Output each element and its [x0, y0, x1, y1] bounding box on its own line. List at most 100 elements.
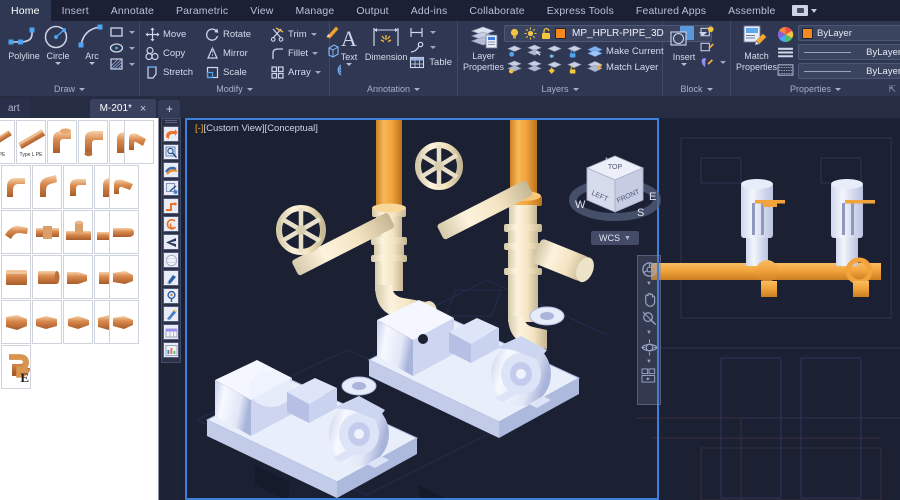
- insert-tool-button[interactable]: [163, 180, 179, 196]
- ribbon-tab-manage[interactable]: Manage: [284, 0, 345, 21]
- layer-freeze-icon[interactable]: [547, 44, 562, 58]
- edit-attribute-button[interactable]: [700, 56, 726, 69]
- chevron-down-icon[interactable]: ▼: [646, 330, 652, 336]
- match-layer-button[interactable]: Match Layer: [587, 60, 658, 74]
- panel-modify-title[interactable]: Modify: [140, 82, 329, 96]
- viewcube[interactable]: W E S N TOP LEFT FRONT: [565, 142, 665, 242]
- palette-item[interactable]: [1, 165, 31, 209]
- palette-item[interactable]: [1, 255, 31, 299]
- orbit-icon[interactable]: [640, 339, 658, 356]
- chevron-down-icon[interactable]: [129, 46, 135, 50]
- chevron-down-icon[interactable]: [681, 63, 687, 66]
- palette-item[interactable]: [78, 120, 108, 164]
- palette-item[interactable]: [63, 255, 93, 299]
- floating-toolbar[interactable]: [161, 118, 181, 363]
- tool-palette[interactable]: L PE Type L PE: [0, 118, 159, 500]
- chevron-down-icon[interactable]: [811, 8, 818, 13]
- linetype-icon[interactable]: [777, 46, 794, 60]
- sphere-tool-button[interactable]: [163, 252, 179, 268]
- layer-thaw-icon[interactable]: [547, 60, 562, 74]
- chevron-down-icon[interactable]: [346, 63, 353, 66]
- palette-item[interactable]: Type L PE: [16, 120, 46, 164]
- chevron-down-icon[interactable]: [129, 30, 135, 34]
- panel-annotation-title[interactable]: Annotation: [330, 82, 457, 96]
- palette-item[interactable]: [109, 210, 139, 254]
- document-tab-m201[interactable]: M-201* ×: [89, 99, 157, 118]
- ribbon-tab-annotate[interactable]: Annotate: [100, 0, 165, 21]
- close-icon[interactable]: ×: [140, 103, 146, 115]
- chevron-down-icon[interactable]: [430, 46, 437, 49]
- chevron-down-icon[interactable]: [55, 62, 61, 65]
- palette-item[interactable]: [63, 165, 93, 209]
- panel-properties-title[interactable]: Properties ⇱: [731, 82, 900, 96]
- palette-item[interactable]: [1, 210, 31, 254]
- layer-unisolate-icon[interactable]: [507, 60, 522, 74]
- sun-freeze-icon[interactable]: [524, 27, 537, 40]
- draw-circle-button[interactable]: Circle: [41, 24, 75, 65]
- layer-off-icon[interactable]: [527, 44, 542, 58]
- layer-properties-button[interactable]: Layer Properties: [463, 24, 504, 72]
- modify-trim-button[interactable]: Trim: [270, 26, 317, 42]
- chevron-down-icon[interactable]: [310, 32, 317, 36]
- chevron-down-icon[interactable]: ▼: [646, 359, 652, 365]
- modify-rotate-button[interactable]: Rotate: [205, 27, 267, 42]
- ribbon-tab-assemble[interactable]: Assemble: [717, 0, 786, 21]
- palette-item[interactable]: [124, 120, 154, 164]
- draw-hatch-button[interactable]: [109, 57, 135, 71]
- chevron-down-icon[interactable]: [720, 61, 726, 64]
- palette-item[interactable]: [32, 300, 62, 344]
- panel-layers-title[interactable]: Layers: [458, 82, 662, 96]
- layer-unlock-icon[interactable]: [567, 60, 582, 74]
- panel-draw-title[interactable]: Draw: [0, 82, 139, 96]
- palette-item[interactable]: [63, 300, 93, 344]
- pan-hand-icon[interactable]: [641, 290, 658, 307]
- drawing-canvas[interactable]: [-][Custom View][Conceptual] W E S N TOP…: [181, 118, 900, 500]
- ribbon-minimize-icon[interactable]: [792, 5, 809, 16]
- chevron-down-icon[interactable]: [89, 62, 95, 65]
- properties-dialog-launcher[interactable]: ⇱: [888, 84, 896, 95]
- chart-tool-button[interactable]: [163, 342, 179, 358]
- magnifier-tool-button[interactable]: [163, 144, 179, 160]
- zoom-extents-icon[interactable]: [641, 310, 658, 327]
- pen-tool-button[interactable]: [163, 306, 179, 322]
- create-block-button[interactable]: [700, 26, 726, 39]
- panel-block-title[interactable]: Block: [663, 82, 730, 96]
- palette-item[interactable]: [32, 255, 62, 299]
- valve-tool-button[interactable]: [163, 288, 179, 304]
- spiral-tool-button[interactable]: [163, 216, 179, 232]
- palette-item[interactable]: [32, 165, 62, 209]
- arrow-tool-button[interactable]: [163, 126, 179, 142]
- palette-item[interactable]: [109, 165, 139, 209]
- showmotion-icon[interactable]: [641, 368, 658, 383]
- lightbulb-on-icon[interactable]: [508, 27, 521, 40]
- palette-item[interactable]: [63, 210, 93, 254]
- property-linetype-dropdown[interactable]: ByLayer: [798, 44, 900, 60]
- viewport-style-label[interactable]: [Conceptual]: [265, 123, 318, 134]
- palette-item[interactable]: [32, 210, 62, 254]
- document-tab-start[interactable]: art: [0, 99, 30, 118]
- annotation-linear-button[interactable]: [409, 26, 452, 39]
- layer-on-icon[interactable]: [527, 60, 542, 74]
- layer-isolate-icon[interactable]: [507, 44, 522, 58]
- chevron-down-icon[interactable]: [129, 62, 135, 66]
- modify-scale-button[interactable]: Scale: [205, 65, 267, 80]
- modify-mirror-button[interactable]: Mirror: [205, 46, 267, 61]
- chevron-down-icon[interactable]: [430, 31, 437, 34]
- chevron-down-icon[interactable]: [314, 70, 321, 74]
- layer-color-swatch[interactable]: [555, 28, 567, 39]
- lineweight-icon[interactable]: [777, 63, 794, 77]
- palette-item[interactable]: E: [1, 345, 31, 389]
- navigation-bar[interactable]: ▼ ▼ ▼: [637, 255, 661, 405]
- chevron-down-icon[interactable]: [312, 51, 319, 55]
- pipe-tool-button[interactable]: [163, 162, 179, 178]
- modify-fillet-button[interactable]: Fillet: [270, 46, 319, 61]
- steering-wheel-icon[interactable]: [641, 261, 658, 278]
- annotation-table-button[interactable]: Table: [409, 56, 452, 69]
- edit-block-button[interactable]: [700, 41, 726, 54]
- draw-rectangle-button[interactable]: [109, 25, 135, 39]
- palette-item[interactable]: [109, 300, 139, 344]
- table-tool-button[interactable]: [163, 324, 179, 340]
- property-lineweight-dropdown[interactable]: ByLayer: [798, 63, 900, 79]
- modify-copy-button[interactable]: Copy: [145, 46, 202, 61]
- viewport-view-label[interactable]: [Custom View]: [203, 123, 264, 134]
